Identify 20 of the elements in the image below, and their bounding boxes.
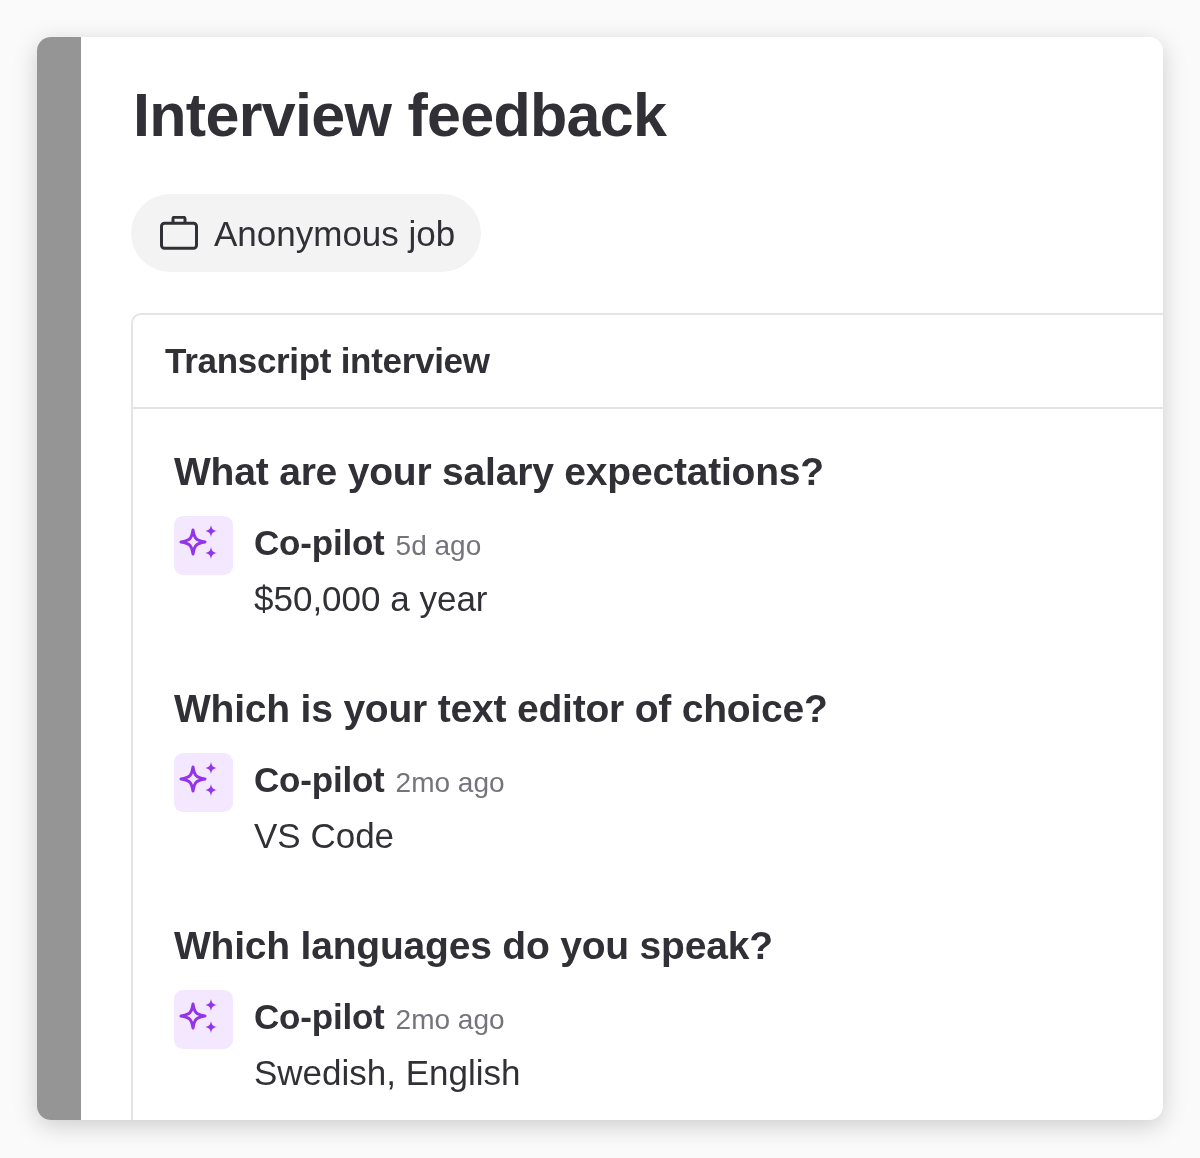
chip-label: Anonymous job bbox=[214, 215, 456, 251]
sparkle-icon bbox=[174, 752, 233, 812]
question-text: What are your salary expectations? bbox=[174, 449, 825, 496]
briefcase-icon bbox=[160, 216, 198, 251]
author-name: Co-pilot bbox=[254, 995, 385, 1038]
answer-text: $50,000 a year bbox=[254, 578, 488, 620]
question-text: Which languages do you speak? bbox=[174, 922, 774, 969]
question-text: Which is your text editor of choice? bbox=[174, 686, 829, 732]
answer-text: Swedish, English bbox=[254, 1051, 521, 1094]
timestamp: 5d ago bbox=[395, 529, 482, 563]
page-title: Interview feedback bbox=[133, 80, 668, 151]
answer-text: VS Code bbox=[254, 814, 396, 857]
author-name: Co-pilot bbox=[254, 758, 385, 801]
timestamp: 2mo ago bbox=[395, 765, 505, 800]
job-chip[interactable]: Anonymous job bbox=[131, 194, 482, 273]
sparkle-icon bbox=[174, 989, 233, 1049]
timestamp: 2mo ago bbox=[395, 1002, 505, 1037]
author-name: Co-pilot bbox=[254, 522, 385, 564]
sparkle-icon bbox=[174, 516, 233, 575]
card-title: Transcript interview bbox=[165, 339, 490, 382]
